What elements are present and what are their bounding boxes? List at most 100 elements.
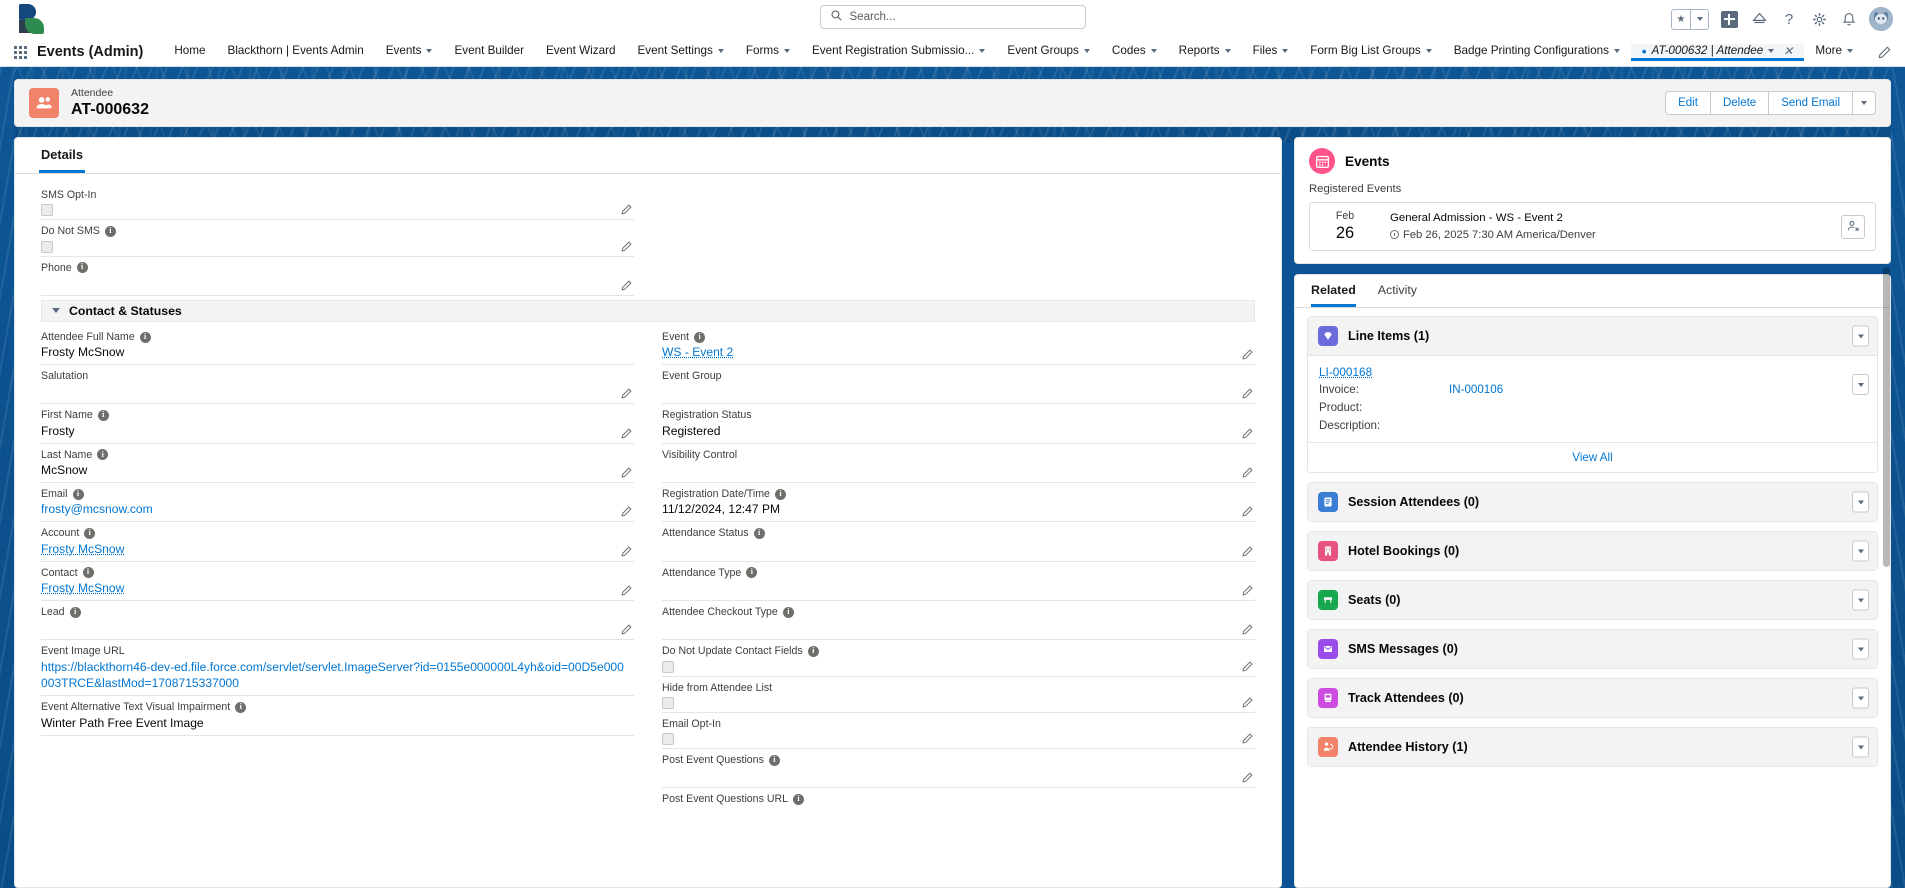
line-item-record-link[interactable]: LI-000168 (1319, 365, 1866, 379)
edit-button[interactable]: Edit (1665, 91, 1711, 115)
favorites-star-icon[interactable]: ★ (1672, 10, 1690, 29)
info-icon[interactable]: i (753, 528, 765, 540)
related-list-menu-button[interactable] (1852, 687, 1869, 709)
related-list-menu-button[interactable] (1852, 325, 1869, 347)
invoice-link[interactable]: IN-000106 (1449, 381, 1503, 399)
related-list-header[interactable]: Session Attendees (0) (1308, 483, 1877, 522)
info-icon[interactable]: i (72, 488, 84, 500)
info-icon[interactable]: i (69, 606, 81, 618)
related-panel-scrollbar[interactable] (1883, 267, 1890, 567)
check-out-attendee-icon[interactable] (1841, 214, 1865, 239)
info-icon[interactable]: i (694, 331, 706, 343)
edit-tabs-pencil-icon[interactable] (1864, 46, 1905, 59)
nav-item-event-registration-submissions[interactable]: Event Registration Submissio... (801, 38, 996, 66)
edit-pencil-icon[interactable] (621, 428, 632, 439)
tab-activity[interactable]: Activity (1378, 275, 1417, 307)
add-icon[interactable] (1719, 9, 1739, 29)
related-list-menu-button[interactable] (1852, 491, 1869, 513)
info-icon[interactable]: i (746, 567, 758, 579)
related-list-menu-button[interactable] (1852, 589, 1869, 611)
nav-item-badge-printing-configurations[interactable]: Badge Printing Configurations (1443, 38, 1631, 66)
edit-pencil-icon[interactable] (621, 388, 632, 400)
hide-from-attendee-list-checkbox[interactable] (662, 696, 674, 709)
related-list-menu-button[interactable] (1852, 540, 1869, 562)
info-icon[interactable]: i (76, 262, 88, 274)
edit-pencil-icon[interactable] (1242, 772, 1253, 783)
related-list-header[interactable]: Line Items (1) (1308, 317, 1877, 356)
related-list-header[interactable]: SMS Messages (0) (1308, 630, 1877, 669)
nav-item-events[interactable]: Events (375, 38, 444, 66)
registered-event-row[interactable]: Feb 26 General Admission - WS - Event 2 … (1309, 202, 1876, 252)
edit-pencil-icon[interactable] (621, 585, 632, 596)
global-search[interactable]: Search... (819, 5, 1086, 29)
search-input-placeholder[interactable]: Search... (850, 11, 896, 23)
send-email-button[interactable]: Send Email (1769, 91, 1853, 115)
setup-gear-icon[interactable] (1809, 9, 1829, 29)
chevron-down-icon[interactable] (1224, 48, 1231, 53)
chevron-down-icon[interactable] (1282, 48, 1289, 53)
nav-item-blackthorn-events-admin[interactable]: Blackthorn | Events Admin (217, 38, 375, 66)
section-header-contact-statuses[interactable]: Contact & Statuses (41, 299, 1255, 322)
related-list-header[interactable]: Attendee History (1) (1308, 728, 1877, 767)
tab-related[interactable]: Related (1311, 275, 1356, 308)
delete-button[interactable]: Delete (1710, 91, 1770, 115)
edit-pencil-icon[interactable] (621, 467, 632, 478)
chevron-down-icon[interactable] (1425, 48, 1432, 53)
info-icon[interactable]: i (782, 606, 794, 618)
edit-pencil-icon[interactable] (621, 204, 632, 215)
nav-tab-active-record[interactable]: • AT-000632 | Attendee ✕ (1630, 43, 1805, 61)
info-icon[interactable]: i (104, 225, 116, 237)
edit-pencil-icon[interactable] (621, 280, 632, 291)
edit-pencil-icon[interactable] (621, 506, 632, 517)
do-not-sms-checkbox[interactable] (41, 240, 53, 253)
edit-pencil-icon[interactable] (621, 546, 632, 557)
edit-pencil-icon[interactable] (1242, 624, 1253, 635)
nav-item-codes[interactable]: Codes (1101, 38, 1168, 66)
edit-pencil-icon[interactable] (1242, 349, 1253, 360)
info-icon[interactable]: i (768, 754, 780, 766)
nav-item-event-groups[interactable]: Event Groups (996, 38, 1100, 66)
record-row-menu-button[interactable] (1852, 374, 1869, 396)
nav-item-event-builder[interactable]: Event Builder (443, 38, 535, 66)
chevron-down-icon[interactable] (979, 48, 986, 53)
info-icon[interactable]: i (84, 528, 96, 540)
nav-item-forms[interactable]: Forms (735, 38, 801, 66)
nav-item-event-settings[interactable]: Event Settings (627, 38, 735, 66)
related-list-header[interactable]: Hotel Bookings (0) (1308, 532, 1877, 571)
edit-pencil-icon[interactable] (1242, 585, 1253, 596)
chevron-down-icon[interactable] (1083, 48, 1090, 53)
info-icon[interactable]: i (774, 488, 786, 500)
edit-pencil-icon[interactable] (621, 624, 632, 635)
edit-pencil-icon[interactable] (1242, 733, 1253, 744)
nav-item-more[interactable]: More (1804, 44, 1864, 60)
info-icon[interactable]: i (807, 645, 819, 657)
email-opt-in-checkbox[interactable] (662, 733, 674, 746)
edit-pencil-icon[interactable] (1242, 467, 1253, 478)
blackthorn-logo[interactable] (8, 0, 56, 38)
edit-pencil-icon[interactable] (621, 241, 632, 252)
edit-pencil-icon[interactable] (1242, 660, 1253, 672)
info-icon[interactable]: i (97, 449, 109, 461)
nav-item-event-wizard[interactable]: Event Wizard (535, 38, 627, 66)
nav-item-files[interactable]: Files (1242, 38, 1300, 66)
event-value-link[interactable]: WS - Event 2 (662, 344, 1255, 361)
sms-opt-in-checkbox[interactable] (41, 204, 53, 217)
view-all-link[interactable]: View All (1308, 442, 1877, 473)
chevron-down-icon[interactable] (1150, 48, 1157, 53)
chevron-down-icon[interactable] (52, 308, 60, 314)
related-list-menu-button[interactable] (1852, 736, 1869, 758)
do-not-update-contact-fields-checkbox[interactable] (662, 660, 674, 673)
contact-value-link[interactable]: Frosty McSnow (41, 580, 634, 597)
nav-item-home[interactable]: Home (163, 38, 216, 66)
chevron-down-icon[interactable] (784, 48, 790, 53)
edit-pencil-icon[interactable] (1242, 388, 1253, 400)
info-icon[interactable]: i (139, 331, 151, 343)
chevron-down-icon[interactable] (1768, 48, 1775, 53)
edit-pencil-icon[interactable] (1242, 428, 1253, 439)
info-icon[interactable]: i (235, 702, 247, 714)
event-image-url-link[interactable]: https://blackthorn46-dev-ed.file.force.c… (41, 659, 634, 693)
related-list-header[interactable]: Seats (0) (1308, 581, 1877, 620)
help-icon[interactable]: ? (1779, 9, 1799, 29)
related-list-menu-button[interactable] (1852, 638, 1869, 660)
favorites-caret-icon[interactable] (1690, 9, 1708, 29)
